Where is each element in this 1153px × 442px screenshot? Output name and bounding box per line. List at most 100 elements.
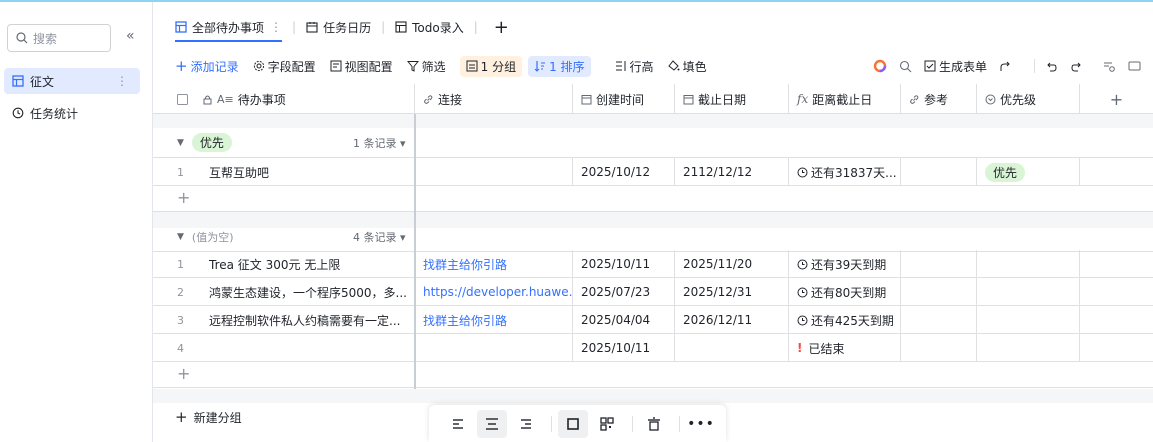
deadline-cell[interactable]: 2026/12/11 xyxy=(675,306,789,334)
ref-cell[interactable] xyxy=(901,334,977,362)
fill-color-button[interactable]: 填色 xyxy=(667,58,707,75)
priority-cell[interactable] xyxy=(977,306,1080,334)
table-row[interactable]: 1 互帮互助吧 2025/10/12 2112/12/12 还有31837天..… xyxy=(153,158,1153,186)
group-button[interactable]: 1 分组 xyxy=(459,55,523,77)
column-header-priority[interactable]: 优先级 xyxy=(977,84,1080,114)
filter-button[interactable]: 筛选 xyxy=(406,58,446,75)
todo-cell[interactable]: Trea 征文 300元 无上限 xyxy=(193,250,415,278)
checkbox[interactable] xyxy=(177,93,188,105)
remaining-cell[interactable]: 还有425天到期 xyxy=(789,306,901,334)
generate-form-button[interactable]: 生成表单 xyxy=(924,58,987,75)
link-cell[interactable]: 找群主给你引路 xyxy=(415,250,573,278)
created-cell[interactable]: 2025/04/04 xyxy=(573,306,675,334)
add-row-area[interactable]: + xyxy=(153,362,1153,388)
remaining-cell[interactable]: ! 已结束 xyxy=(789,334,901,362)
sidebar-item-zhengwen[interactable]: 征文 ⋮ xyxy=(4,68,140,94)
deadline-cell[interactable] xyxy=(675,334,789,362)
collapse-sidebar-button[interactable]: « xyxy=(126,28,135,44)
undo-icon[interactable] xyxy=(1045,60,1058,73)
priority-cell[interactable] xyxy=(977,250,1080,278)
table-row[interactable]: 4 2025/10/11 ! 已结束 xyxy=(153,334,1153,362)
tab-label: 全部待办事项 xyxy=(192,20,265,35)
created-cell[interactable]: 2025/07/23 xyxy=(573,278,675,306)
column-header-link[interactable]: 连接 xyxy=(415,84,573,114)
more-icon[interactable]: ⋮ xyxy=(116,74,128,88)
tab-more-icon[interactable]: ⋮ xyxy=(270,20,282,34)
collapse-arrow-icon[interactable]: ▼ xyxy=(177,232,184,242)
align-center-icon[interactable] xyxy=(477,409,507,438)
link-cell[interactable] xyxy=(415,158,573,186)
priority-cell[interactable] xyxy=(977,334,1080,362)
find-icon[interactable] xyxy=(1103,60,1116,73)
created-cell[interactable]: 2025/10/11 xyxy=(573,334,675,362)
delete-icon[interactable] xyxy=(639,410,669,438)
share-icon[interactable] xyxy=(999,60,1012,73)
link-cell[interactable] xyxy=(415,334,573,362)
align-left-icon[interactable] xyxy=(443,410,473,438)
add-view-button[interactable]: + xyxy=(494,17,509,38)
add-column-button[interactable]: + xyxy=(1080,84,1153,114)
todo-cell[interactable] xyxy=(193,334,415,362)
align-right-icon[interactable] xyxy=(511,410,541,438)
group-header-empty[interactable]: ▼ (值为空) 4 条记录 ▾ xyxy=(153,222,1153,252)
collapse-arrow-icon[interactable]: ▼ xyxy=(177,138,184,148)
remaining-cell[interactable]: 还有80天到期 xyxy=(789,278,901,306)
clock-icon xyxy=(12,107,24,119)
priority-cell[interactable] xyxy=(977,278,1080,306)
redo-icon[interactable] xyxy=(1070,60,1083,73)
sidebar-item-task-stats[interactable]: 任务统计 xyxy=(4,100,140,126)
link-cell[interactable]: https://developer.huawe... xyxy=(415,278,573,306)
deadline-cell[interactable]: 2025/11/20 xyxy=(675,250,789,278)
deadline-cell[interactable]: 2112/12/12 xyxy=(675,158,789,186)
more-icon[interactable]: ••• xyxy=(686,410,716,438)
view-config-button[interactable]: 视图配置 xyxy=(330,58,393,75)
add-record-button[interactable]: + 添加记录 xyxy=(175,57,239,75)
ref-cell[interactable] xyxy=(901,158,977,186)
tab-todo-entry[interactable]: Todo录入 xyxy=(395,2,464,52)
column-header-deadline[interactable]: 截止日期 xyxy=(675,84,789,114)
remaining-text: 还有425天到期 xyxy=(811,313,894,328)
ai-assistant-icon[interactable] xyxy=(873,59,887,73)
view-tabs: 全部待办事项 ⋮ | 任务日历 | Todo录入 | + xyxy=(153,2,1153,52)
ref-cell[interactable] xyxy=(901,250,977,278)
created-cell[interactable]: 2025/10/11 xyxy=(573,250,675,278)
table-row[interactable]: 1 Trea 征文 300元 无上限 找群主给你引路 2025/10/11 20… xyxy=(153,250,1153,278)
group-record-count[interactable]: 1 条记录 ▾ xyxy=(353,135,406,151)
add-row-icon[interactable]: + xyxy=(177,188,190,207)
group-header-priority[interactable]: ▼ 优先 1 条记录 ▾ xyxy=(153,128,1153,158)
link-cell[interactable]: 找群主给你引路 xyxy=(415,306,573,334)
tab-all-todos[interactable]: 全部待办事项 ⋮ xyxy=(175,2,283,52)
table-row[interactable]: 3 远程控制软件私人约稿需要有一定... 找群主给你引路 2025/04/04 … xyxy=(153,306,1153,334)
tab-task-calendar[interactable]: 任务日历 xyxy=(306,2,371,52)
border-icon[interactable] xyxy=(558,409,588,438)
ref-cell[interactable] xyxy=(901,306,977,334)
row-height-button[interactable]: 行高 xyxy=(615,58,654,75)
deadline-cell[interactable]: 2025/12/31 xyxy=(675,278,789,306)
field-config-button[interactable]: 字段配置 xyxy=(253,58,316,75)
add-row-area[interactable]: + xyxy=(153,186,1153,212)
column-header-todo[interactable]: A≡ 待办事项 xyxy=(153,84,415,114)
ref-cell[interactable] xyxy=(901,278,977,306)
created-cell[interactable]: 2025/10/12 xyxy=(573,158,675,186)
todo-cell[interactable]: 远程控制软件私人约稿需要有一定... xyxy=(193,306,415,334)
new-group-button[interactable]: + 新建分组 xyxy=(175,408,242,426)
remaining-cell[interactable]: 还有31837天... xyxy=(789,158,901,186)
todo-cell[interactable]: 互帮互助吧 xyxy=(193,158,415,186)
table-row[interactable]: 2 鸿蒙生态建设，一个程序5000，多... https://developer… xyxy=(153,278,1153,306)
priority-cell[interactable]: 优先 xyxy=(977,158,1080,186)
data-grid: A≡ 待办事项 连接 创建时间 截止日期 fx 距离截止日 参考 优先级 + ▼… xyxy=(153,84,1153,442)
column-header-ref[interactable]: 参考 xyxy=(901,84,977,114)
comment-icon[interactable] xyxy=(1128,60,1141,73)
qr-code-icon[interactable] xyxy=(592,410,622,438)
column-header-remaining[interactable]: fx 距离截止日 xyxy=(789,84,901,114)
search-input[interactable]: 搜索 xyxy=(7,24,111,52)
sort-button[interactable]: 1 排序 xyxy=(528,55,591,77)
search-icon[interactable] xyxy=(899,60,912,73)
remaining-cell[interactable]: 还有39天到期 xyxy=(789,250,901,278)
add-row-icon[interactable]: + xyxy=(177,364,190,383)
group-record-count[interactable]: 4 条记录 ▾ xyxy=(353,229,406,245)
column-header-created[interactable]: 创建时间 xyxy=(573,84,675,114)
frozen-column-divider[interactable] xyxy=(414,114,416,389)
field-config-label: 字段配置 xyxy=(267,59,316,74)
todo-cell[interactable]: 鸿蒙生态建设，一个程序5000，多... xyxy=(193,278,415,306)
